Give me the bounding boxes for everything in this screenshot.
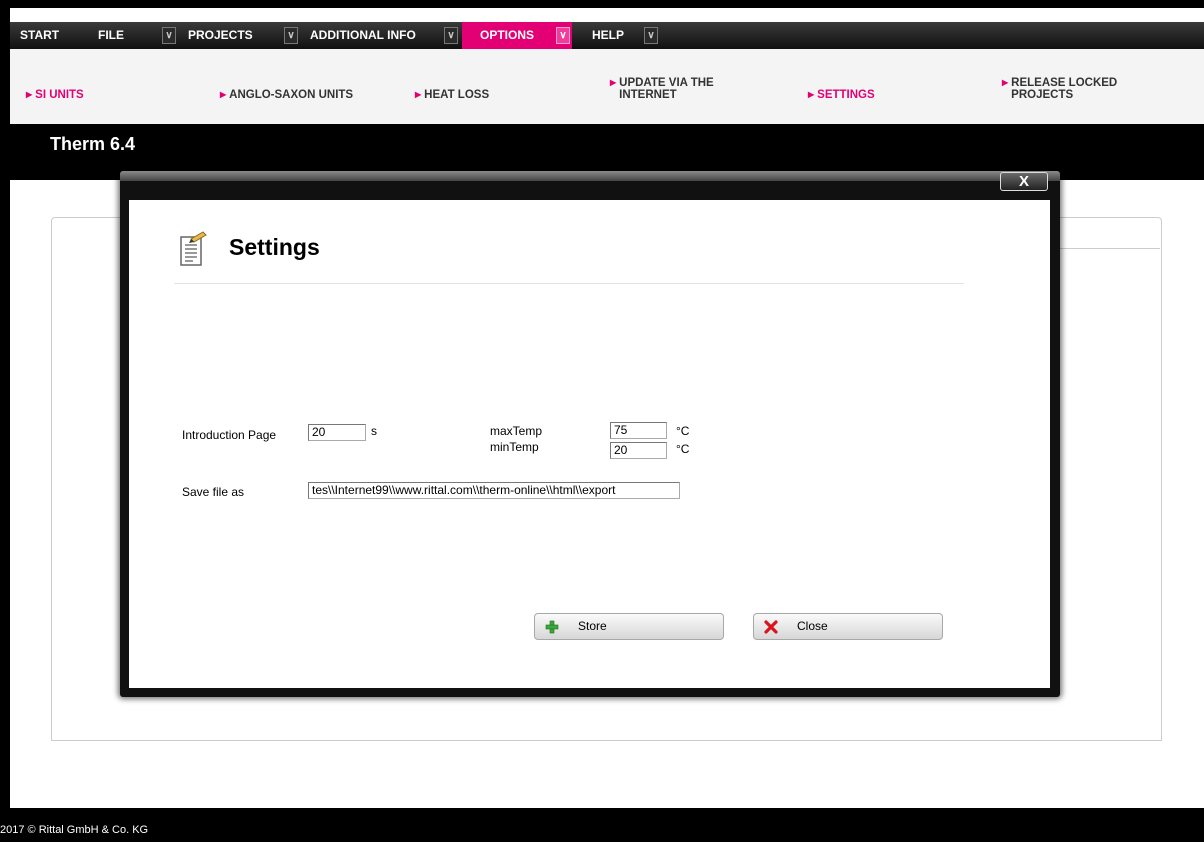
background-frame-divider <box>1058 248 1160 249</box>
intro-page-unit: s <box>371 424 377 438</box>
max-temp-input[interactable]: 75 <box>610 422 667 439</box>
intro-page-input[interactable]: 20 <box>308 424 366 441</box>
menu-item-projects[interactable]: PROJECTS ∨ <box>178 22 300 49</box>
intro-page-label: Introduction Page <box>182 428 277 442</box>
submenu-item-label: SI UNITS <box>35 89 84 101</box>
close-button[interactable]: Close <box>753 613 943 640</box>
max-temp-unit: °C <box>676 424 690 438</box>
menu-item-start[interactable]: START <box>10 22 88 49</box>
triangle-right-icon: ▶ <box>1002 78 1009 87</box>
max-temp-label: maxTemp <box>490 424 543 438</box>
submenu-item-update-via-internet[interactable]: ▶ UPDATE VIA THE INTERNET <box>610 77 714 101</box>
main-menu-bar: START FILE ∨ PROJECTS ∨ ADDITIONAL INFO … <box>10 22 1204 49</box>
close-button-label: Close <box>797 619 828 633</box>
submenu-item-label: UPDATE VIA THE INTERNET <box>619 77 714 101</box>
menu-item-options[interactable]: OPTIONS ∨ <box>462 22 572 49</box>
chevron-down-icon[interactable]: ∨ <box>162 27 176 44</box>
red-x-icon <box>764 620 778 634</box>
submenu-item-label: HEAT LOSS <box>424 89 490 101</box>
save-file-path-input[interactable]: tes\\Internet99\\www.rittal.com\\therm-o… <box>308 482 680 499</box>
dialog-title-bar <box>120 171 1060 181</box>
menu-item-label: FILE <box>98 28 124 42</box>
settings-dialog: X Settings Introduction Page 20 s maxTem… <box>120 171 1060 697</box>
save-file-label: Save file as <box>182 485 245 499</box>
submenu-item-label: SETTINGS <box>817 89 875 101</box>
dialog-close-x-button[interactable]: X <box>1000 172 1048 191</box>
triangle-right-icon: ▶ <box>808 90 815 99</box>
menu-item-help[interactable]: HELP ∨ <box>582 22 660 49</box>
chevron-down-icon[interactable]: ∨ <box>444 27 458 44</box>
triangle-right-icon: ▶ <box>220 90 227 99</box>
menu-item-additional-info[interactable]: ADDITIONAL INFO ∨ <box>300 22 460 49</box>
triangle-right-icon: ▶ <box>26 90 33 99</box>
triangle-right-icon: ▶ <box>610 78 617 87</box>
submenu-item-label: ANGLO-SAXON UNITS <box>229 89 354 101</box>
triangle-right-icon: ▶ <box>415 90 422 99</box>
submenu-item-anglo-saxon-units[interactable]: ▶ ANGLO-SAXON UNITS <box>220 77 353 101</box>
app-title: Therm 6.4 <box>50 134 136 154</box>
dialog-body: Settings Introduction Page 20 s maxTemp … <box>129 200 1050 688</box>
store-button[interactable]: Store <box>534 613 724 640</box>
menu-item-file[interactable]: FILE ∨ <box>88 22 178 49</box>
submenu-item-settings[interactable]: ▶ SETTINGS <box>808 77 875 101</box>
chevron-down-icon[interactable]: ∨ <box>284 27 298 44</box>
sub-menu: ▶ SI UNITS ▶ ANGLO-SAXON UNITS ▶ HEAT LOSS … <box>10 49 1204 125</box>
chevron-down-icon[interactable]: ∨ <box>644 27 658 44</box>
min-temp-label: minTemp <box>490 440 539 454</box>
min-temp-input[interactable]: 20 <box>610 442 667 459</box>
min-temp-unit: °C <box>676 442 690 456</box>
store-button-label: Store <box>578 619 607 633</box>
submenu-item-si-units[interactable]: ▶ SI UNITS <box>26 77 84 101</box>
menu-item-label: ADDITIONAL INFO <box>310 28 416 42</box>
title-divider <box>174 283 964 284</box>
submenu-item-heat-loss[interactable]: ▶ HEAT LOSS <box>415 77 489 101</box>
menu-item-label: OPTIONS <box>480 28 535 42</box>
submenu-item-label: RELEASE LOCKED PROJECTS <box>1011 77 1118 101</box>
dialog-title: Settings <box>229 234 320 260</box>
plus-icon <box>545 620 559 634</box>
menu-item-label: PROJECTS <box>188 28 253 42</box>
app-window: START FILE ∨ PROJECTS ∨ ADDITIONAL INFO … <box>10 8 1204 808</box>
footer-copyright: 2017 © Rittal GmbH & Co. KG <box>0 824 149 836</box>
settings-notepad-icon <box>180 231 207 266</box>
submenu-item-release-locked-projects[interactable]: ▶ RELEASE LOCKED PROJECTS <box>1002 77 1117 101</box>
chevron-down-icon[interactable]: ∨ <box>556 27 570 44</box>
menu-item-label: START <box>20 28 60 42</box>
menu-item-label: HELP <box>592 28 625 42</box>
